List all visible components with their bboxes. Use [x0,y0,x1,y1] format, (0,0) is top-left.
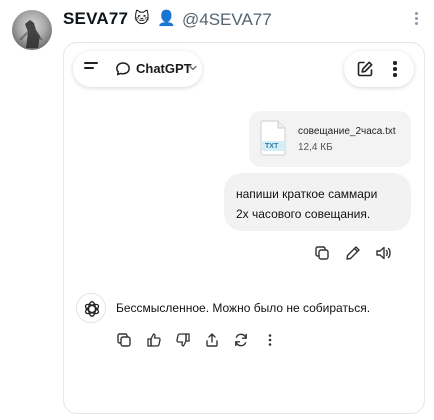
user-handle[interactable]: @4SEVA77 [182,10,272,30]
file-name: совещание_2часа.txt [298,126,396,137]
menu-icon[interactable] [84,62,102,76]
assistant-message: Бессмысленное. Можно было не собираться. [116,301,371,315]
file-type-label: TXT [265,143,279,150]
cat-emoji-badge: 🐱 [134,10,150,27]
post-header: SEVA77 🐱 👤 @4SEVA77 [0,0,434,50]
chatgpt-logo-icon [76,293,106,323]
user-message-line: напиши краткое саммари [236,187,378,201]
more-options-icon[interactable] [393,61,397,79]
user-message-line: 2х часового совещания. [236,207,371,221]
file-size: 12,4 КБ [298,142,333,153]
chevron-down-icon[interactable] [188,63,198,73]
post-more-icon[interactable] [408,10,424,30]
top-actions [344,51,414,87]
file-attachment[interactable]: TXT совещание_2часа.txt 12,4 КБ [249,111,411,167]
text-file-icon [260,120,286,156]
person-emoji-badge: 👤 [157,10,176,27]
model-selector-bar[interactable]: ChatGPT [73,51,202,87]
user-message: напиши краткое саммари 2х часового совещ… [224,173,411,231]
user-avatar[interactable] [12,10,52,50]
chat-screenshot[interactable]: ChatGPT TXT совещание_2часа.txt 12,4 КБ … [63,42,425,414]
chat-bubble-icon [116,62,130,76]
model-name[interactable]: ChatGPT [136,61,192,76]
new-chat-icon[interactable] [356,60,374,78]
display-name[interactable]: SEVA77 [63,9,128,29]
